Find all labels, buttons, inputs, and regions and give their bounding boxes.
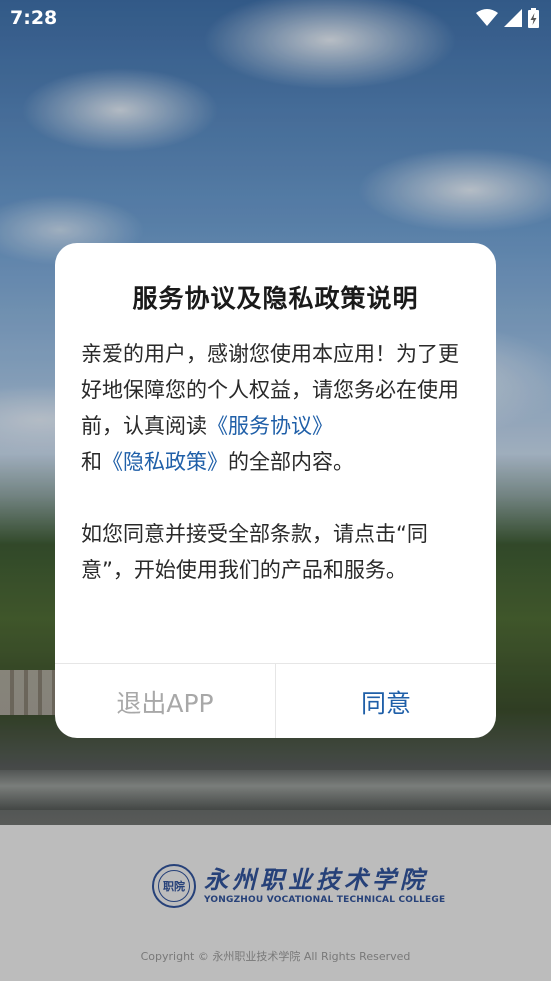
status-bar: 7:28 xyxy=(0,0,551,38)
status-icons xyxy=(476,8,539,33)
exit-app-button[interactable]: 退出APP xyxy=(55,664,276,738)
dialog-button-bar: 退出APP 同意 xyxy=(55,663,496,738)
dialog-tail-text: 的全部内容。 xyxy=(228,450,354,474)
agree-button[interactable]: 同意 xyxy=(276,664,496,738)
status-time: 7:28 xyxy=(10,7,58,29)
service-agreement-link[interactable]: 《服务协议》 xyxy=(207,414,333,438)
dialog-and-text: 和 xyxy=(81,450,102,474)
signal-icon xyxy=(504,9,522,32)
dialog-title: 服务协议及隐私政策说明 xyxy=(132,284,419,313)
privacy-dialog: 服务协议及隐私政策说明 亲爱的用户，感谢您使用本应用！为了更好地保障您的个人权益… xyxy=(55,243,496,738)
dialog-body: 亲爱的用户，感谢您使用本应用！为了更好地保障您的个人权益，请您务必在使用前，认真… xyxy=(81,336,471,588)
battery-charging-icon xyxy=(528,8,539,33)
dialog-paragraph-1: 亲爱的用户，感谢您使用本应用！为了更好地保障您的个人权益，请您务必在使用前，认真… xyxy=(81,336,471,480)
privacy-policy-link[interactable]: 《隐私政策》 xyxy=(102,450,228,474)
dialog-paragraph-2: 如您同意并接受全部条款，请点击“同意”，开始使用我们的产品和服务。 xyxy=(81,522,428,582)
wifi-icon xyxy=(476,9,498,32)
